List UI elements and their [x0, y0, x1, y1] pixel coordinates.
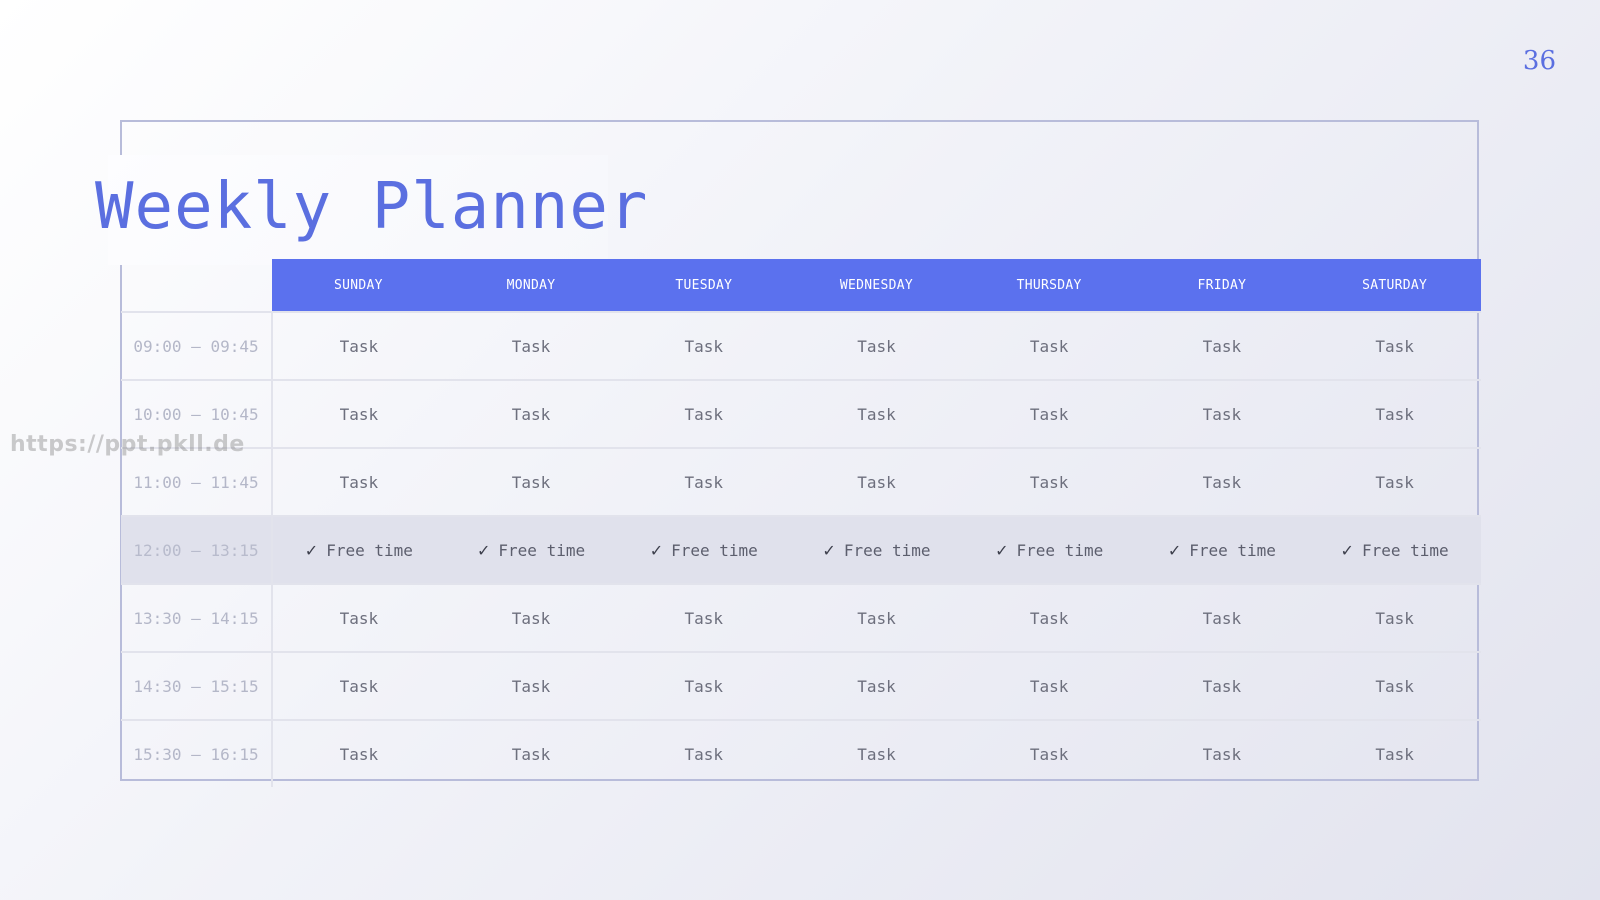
- page-number: 36: [1522, 46, 1556, 76]
- time-slot-label: 09:00 – 09:45: [121, 311, 273, 380]
- planner-body: 09:00 – 09:45 Task Task Task Task Task Task Tas…: [121, 311, 1481, 787]
- task-cell[interactable]: Task: [1135, 719, 1309, 787]
- time-slot-label: 15:30 – 16:15: [121, 719, 273, 787]
- task-cell[interactable]: Task: [962, 583, 1136, 652]
- task-cell[interactable]: Task: [1308, 447, 1481, 516]
- task-cell[interactable]: Task: [962, 651, 1136, 720]
- task-cell[interactable]: Task: [444, 447, 618, 516]
- task-cell[interactable]: Task: [962, 379, 1136, 448]
- task-cell[interactable]: Task: [617, 311, 791, 380]
- checkmark-icon: ✓: [822, 540, 836, 560]
- task-cell[interactable]: Task: [962, 311, 1136, 380]
- checkmark-icon: ✓: [649, 540, 664, 560]
- table-row: 09:00 – 09:45 Task Task Task Task Task Task Tas…: [121, 311, 1481, 380]
- task-cell[interactable]: Task: [1308, 719, 1481, 787]
- free-time-cell[interactable]: ✓ Free time: [272, 515, 445, 584]
- task-cell[interactable]: Task: [1308, 583, 1481, 652]
- task-cell[interactable]: Task: [617, 447, 791, 516]
- free-time-label: Free time: [498, 540, 586, 560]
- table-row: 10:00 – 10:45 Task Task Task Task Task Task Tas…: [121, 379, 1481, 448]
- time-slot-label: 13:30 – 14:15: [121, 583, 273, 652]
- task-cell[interactable]: Task: [272, 651, 445, 720]
- task-cell[interactable]: Task: [444, 651, 618, 720]
- task-cell[interactable]: Task: [790, 583, 963, 652]
- table-row: 14:30 – 15:15 Task Task Task Task Task Task Tas…: [121, 651, 1481, 720]
- day-header-saturday: SATURDAY: [1308, 259, 1481, 312]
- time-slot-label: 11:00 – 11:45: [121, 447, 273, 516]
- free-time-cell[interactable]: ✓ Free time: [1135, 515, 1309, 584]
- day-header-friday: FRIDAY: [1135, 259, 1309, 312]
- day-header-sunday: SUNDAY: [272, 259, 445, 312]
- time-slot-label: 12:00 – 13:15: [121, 515, 273, 584]
- table-row: 11:00 – 11:45 Task Task Task Task Task Task Tas…: [121, 447, 1481, 516]
- free-time-label: Free time: [1016, 540, 1104, 560]
- checkmark-icon: ✓: [1340, 540, 1354, 560]
- task-cell[interactable]: Task: [1135, 583, 1309, 652]
- task-cell[interactable]: Task: [272, 447, 445, 516]
- free-time-cell[interactable]: ✓ Free time: [790, 515, 963, 584]
- task-cell[interactable]: Task: [272, 311, 445, 380]
- task-cell[interactable]: Task: [790, 447, 963, 516]
- checkmark-icon: ✓: [995, 540, 1009, 560]
- task-cell[interactable]: Task: [617, 719, 791, 787]
- day-header-monday: MONDAY: [444, 259, 618, 312]
- task-cell[interactable]: Task: [962, 719, 1136, 787]
- time-slot-label: 14:30 – 15:15: [121, 651, 273, 720]
- watermark-url: https://ppt.pkll.de: [10, 432, 245, 457]
- task-cell[interactable]: Task: [790, 719, 963, 787]
- free-time-cell[interactable]: ✓ Free time: [617, 515, 791, 584]
- header-corner: [121, 259, 272, 312]
- task-cell[interactable]: Task: [790, 379, 963, 448]
- free-time-label: Free time: [1361, 540, 1449, 560]
- task-cell[interactable]: Task: [444, 311, 618, 380]
- free-time-label: Free time: [843, 540, 931, 560]
- free-time-cell[interactable]: ✓ Free time: [1308, 515, 1481, 584]
- table-row: 13:30 – 14:15 Task Task Task Task Task Task Tas…: [121, 583, 1481, 652]
- task-cell[interactable]: Task: [1135, 651, 1309, 720]
- day-header-row: SUNDAY MONDAY TUESDAY WEDNESDAY THURSDAY…: [121, 259, 1481, 312]
- free-time-cell[interactable]: ✓ Free time: [444, 515, 618, 584]
- free-time-row: 12:00 – 13:15 ✓ Free time ✓ Free time ✓ Free t…: [121, 515, 1481, 584]
- table-row: 15:30 – 16:15 Task Task Task Task Task Task Tas…: [121, 719, 1481, 787]
- task-cell[interactable]: Task: [617, 379, 791, 448]
- task-cell[interactable]: Task: [272, 583, 445, 652]
- task-cell[interactable]: Task: [617, 651, 791, 720]
- task-cell[interactable]: Task: [444, 583, 618, 652]
- free-time-cell[interactable]: ✓ Free time: [962, 515, 1136, 584]
- task-cell[interactable]: Task: [1135, 447, 1309, 516]
- task-cell[interactable]: Task: [790, 651, 963, 720]
- task-cell[interactable]: Task: [1308, 311, 1481, 380]
- checkmark-icon: ✓: [1167, 540, 1182, 560]
- free-time-label: Free time: [1189, 540, 1276, 560]
- day-header-wednesday: WEDNESDAY: [790, 259, 963, 312]
- task-cell[interactable]: Task: [1135, 311, 1309, 380]
- task-cell[interactable]: Task: [617, 583, 791, 652]
- day-header-thursday: THURSDAY: [962, 259, 1136, 312]
- task-cell[interactable]: Task: [790, 311, 963, 380]
- task-cell[interactable]: Task: [444, 379, 618, 448]
- free-time-label: Free time: [671, 540, 758, 560]
- day-header-tuesday: TUESDAY: [617, 259, 791, 312]
- task-cell[interactable]: Task: [1308, 379, 1481, 448]
- checkmark-icon: ✓: [304, 540, 319, 560]
- task-cell[interactable]: Task: [1135, 379, 1309, 448]
- checkmark-icon: ✓: [477, 540, 491, 560]
- task-cell[interactable]: Task: [272, 379, 445, 448]
- task-cell[interactable]: Task: [1308, 651, 1481, 720]
- weekly-planner-table: SUNDAY MONDAY TUESDAY WEDNESDAY THURSDAY…: [121, 259, 1481, 787]
- task-cell[interactable]: Task: [444, 719, 618, 787]
- task-cell[interactable]: Task: [962, 447, 1136, 516]
- task-cell[interactable]: Task: [272, 719, 445, 787]
- free-time-label: Free time: [326, 540, 413, 560]
- page-title: Weekly Planner: [95, 170, 649, 244]
